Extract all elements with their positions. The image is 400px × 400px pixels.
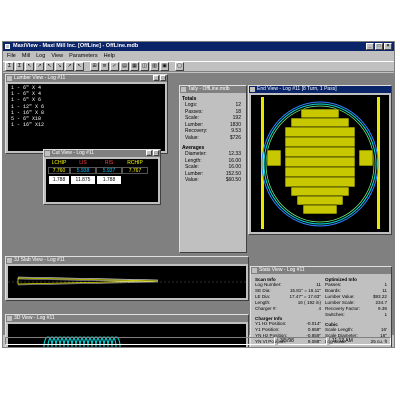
maxiview-window: MaxiView - Maxi Mill Inc. [OffLine] - Of… xyxy=(2,41,395,348)
arrow-downright-icon[interactable]: ↘ xyxy=(55,62,64,71)
menu-log[interactable]: Log xyxy=(36,52,45,60)
minimize-button[interactable]: _ xyxy=(366,43,374,50)
arrow-upleft-2-icon[interactable]: ↖ xyxy=(75,62,84,71)
status-time: 11:12 AM xyxy=(329,337,391,345)
min-icon[interactable]: _ xyxy=(146,150,152,156)
menu-help[interactable]: Help xyxy=(104,52,115,60)
cut-field-2: 11.875 xyxy=(71,176,95,184)
cut-view-title: Cut View - Log #11 xyxy=(52,150,95,156)
stats-view-titlebar[interactable]: Stats View - Log #11 xyxy=(251,267,391,274)
slab-view-icon[interactable]: ▥ xyxy=(150,62,159,71)
window-icon xyxy=(252,268,257,273)
menu-mill[interactable]: Mill xyxy=(22,52,30,60)
mdi-client-area: Lumber View - Log #11 _ □ 1 - 6" X 4 1 - … xyxy=(3,73,394,347)
window-icon xyxy=(45,151,50,156)
status-date: 3/5/98 xyxy=(277,337,327,345)
status-bar: Status: OK 3/5/98 11:12 AM xyxy=(3,336,394,346)
menubar: File Mill Log View Parameters Help xyxy=(3,52,394,60)
end-view-graphic xyxy=(261,97,380,229)
rchip-header: RCHIP xyxy=(127,160,143,166)
status-text: Status: OK xyxy=(5,337,275,345)
grid-icon[interactable]: ⊞ xyxy=(90,62,99,71)
menu-view[interactable]: View xyxy=(51,52,63,60)
lumber-list[interactable]: 1 - 6" X 4 1 - 6" X 4 1 - 6" X 6 1 - 12"… xyxy=(8,84,165,151)
end-view-titlebar[interactable]: End View - Log #11 [8 Turn, 1 Pass] xyxy=(249,86,391,93)
lumber-view-title: Lumber View - Log #11 xyxy=(14,75,66,81)
lchip-value: 7.760 xyxy=(48,167,70,174)
lumber-view-icon[interactable]: ▤ xyxy=(120,62,129,71)
end-view-window: End View - Log #11 [8 Turn, 1 Pass] xyxy=(248,85,392,235)
lis-header: LIS xyxy=(79,160,87,166)
window-icon xyxy=(250,87,255,92)
window-icon xyxy=(7,76,12,81)
menu-file[interactable]: File xyxy=(7,52,16,60)
view3d-titlebar[interactable]: 3D View - Log #11 xyxy=(6,315,248,322)
max-icon[interactable]: □ xyxy=(153,150,159,156)
lchip-header: LCHIP xyxy=(51,160,67,166)
tally-row: Value: $726 xyxy=(185,134,241,141)
end-view-icon[interactable]: ◫ xyxy=(140,62,149,71)
arrow-upleft-alt-icon[interactable]: ↖ xyxy=(45,62,54,71)
rchip-value: 7.767 xyxy=(122,167,148,174)
slab-profile xyxy=(17,277,159,285)
menu-parameters[interactable]: Parameters xyxy=(69,52,97,60)
slab-view-title: 3J Slab View - Log #11 xyxy=(14,257,65,263)
window-icon xyxy=(7,258,12,263)
cut-view-window: Cut View - Log #11 _ □ LCHIP LIS RIS RCHI… xyxy=(43,149,161,205)
arrow-upleft-icon[interactable]: ↖ xyxy=(25,62,34,71)
app-icon xyxy=(5,44,10,49)
slab-view-window: 3J Slab View - Log #11 xyxy=(5,256,249,301)
sum-icon[interactable]: Σ xyxy=(5,62,14,71)
cut-view-canvas: LCHIP LIS RIS RCHIP 7.760 5.938 5.937 7.… xyxy=(46,159,158,202)
stats-view-title: Stats View - Log #11 xyxy=(259,267,305,273)
window-icon xyxy=(181,87,186,92)
maximize-button[interactable]: □ xyxy=(375,43,383,50)
cut-field-1: 1.788 xyxy=(49,176,69,184)
view3d-title: 3D View - Log #11 xyxy=(14,315,55,321)
blank-tool-icon[interactable]: ▢ xyxy=(175,62,184,71)
slab-view-titlebar[interactable]: 3J Slab View - Log #11 xyxy=(6,257,248,264)
window-icon xyxy=(7,316,12,321)
check-icon[interactable]: ✓ xyxy=(110,62,119,71)
cut-field-3: 1.788 xyxy=(97,176,121,184)
min-icon[interactable]: _ xyxy=(153,75,159,81)
right-rail xyxy=(377,97,380,229)
cut-view-titlebar[interactable]: Cut View - Log #11 _ □ xyxy=(44,150,160,157)
ris-header: RIS xyxy=(104,160,114,166)
slab-graphic xyxy=(8,276,246,286)
board-pattern xyxy=(266,108,374,215)
max-icon[interactable]: □ xyxy=(160,75,166,81)
tally-titlebar[interactable]: Tally - OffLine.mdb xyxy=(180,86,246,93)
end-view-canvas xyxy=(251,95,389,232)
view3d-icon[interactable]: ▣ xyxy=(160,62,169,71)
tally-row: Value: $60.50 xyxy=(185,177,241,183)
app-title: MaxiView - Maxi Mill Inc. [OffLine] - Of… xyxy=(13,43,139,49)
sum-all-icon[interactable]: Σ xyxy=(15,62,24,71)
app-titlebar[interactable]: MaxiView - Maxi Mill Inc. [OffLine] - Of… xyxy=(3,42,394,51)
lumber-view-titlebar[interactable]: Lumber View - Log #11 _ □ xyxy=(6,75,167,82)
lumber-view-window: Lumber View - Log #11 _ □ 1 - 6" X 4 1 - … xyxy=(5,74,168,154)
arrow-upright-alt-icon[interactable]: ↗ xyxy=(65,62,74,71)
tally-window: Tally - OffLine.mdb Totals Logs: 12 Passe… xyxy=(179,85,247,253)
stat-row: Charger #: 4 xyxy=(255,306,321,311)
stat-row: Switches: 1 xyxy=(325,312,387,317)
slab-view-canvas xyxy=(8,266,246,298)
tally-panel: Totals Logs: 12 Passes: 18 Scale: 192 Lumbe… xyxy=(182,95,244,250)
lis-value: 5.938 xyxy=(70,167,96,174)
list-item[interactable]: 1 - 16" X12 xyxy=(11,122,162,128)
arrow-upright-icon[interactable]: ↗ xyxy=(35,62,44,71)
list-icon[interactable]: ≡ xyxy=(100,62,109,71)
tally-title: Tally - OffLine.mdb xyxy=(188,86,230,92)
close-button[interactable]: × xyxy=(384,43,392,50)
ris-value: 5.937 xyxy=(96,167,122,174)
end-view-title: End View - Log #11 [8 Turn, 1 Pass] xyxy=(257,86,337,92)
cut-view-icon[interactable]: ▦ xyxy=(130,62,139,71)
toolbar: Σ Σ ↖ ↗ ↖ ↘ ↗ ↖ ⊞ ≡ ✓ ▤ ▦ ◫ ▥ ▣ ▢ xyxy=(3,61,394,72)
